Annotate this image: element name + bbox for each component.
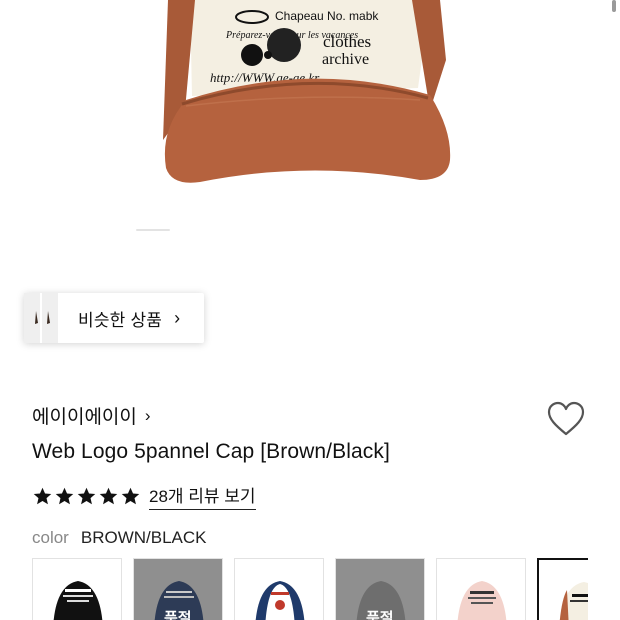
image-slide-indicator <box>136 229 170 231</box>
color-swatch-brown-black[interactable] <box>537 558 588 620</box>
cap-illustration: Chapeau No. mabk Préparez-vous pour les … <box>163 0 451 183</box>
star-icon <box>77 487 96 504</box>
brand-name: 에이이에이이 <box>32 407 137 428</box>
color-label: color <box>32 528 69 547</box>
similar-products-label: 비슷한 상품 <box>78 310 163 330</box>
color-selector-label: color BROWN/BLACK <box>32 528 207 548</box>
similar-products-button[interactable]: 비슷한 상품 › <box>24 293 204 343</box>
star-icon <box>99 487 118 504</box>
star-icon <box>121 487 140 504</box>
rating-row: 28개 리뷰 보기 <box>32 482 256 510</box>
wishlist-heart-button[interactable] <box>547 401 585 437</box>
similar-products-thumbnail <box>24 293 58 343</box>
color-swatch-grey[interactable]: 품절 <box>335 558 425 620</box>
chevron-right-icon: › <box>144 405 151 425</box>
swatch-cap-image <box>559 582 588 620</box>
color-value: BROWN/BLACK <box>80 528 207 547</box>
color-swatch-list: 품절 품절 <box>32 558 588 620</box>
star-rating <box>32 486 141 507</box>
brand-link[interactable]: 에이이에이이 › <box>32 402 151 429</box>
reviews-link[interactable]: 28개 리뷰 보기 <box>149 482 256 510</box>
sold-out-label: 품절 <box>164 610 192 620</box>
product-title: Web Logo 5pannel Cap [Brown/Black] <box>32 440 390 463</box>
color-swatch-navy-white[interactable] <box>234 558 324 620</box>
cap-text-4: archive <box>322 51 369 68</box>
star-icon <box>33 487 52 504</box>
product-image[interactable]: Chapeau No. mabk Préparez-vous pour les … <box>0 0 620 240</box>
sold-out-label: 품절 <box>366 610 394 620</box>
color-swatch-black[interactable] <box>32 558 122 620</box>
scrollbar-thumb[interactable] <box>612 0 616 12</box>
color-swatch-navy[interactable]: 품절 <box>133 558 223 620</box>
cap-text-1: Chapeau No. mabk <box>275 9 379 23</box>
star-icon <box>55 487 74 504</box>
heart-icon <box>547 401 585 436</box>
color-swatch-pink[interactable] <box>436 558 526 620</box>
swatch-cap-image <box>53 581 103 620</box>
cap-text-3: clothes <box>323 32 371 51</box>
chevron-right-icon: › <box>174 307 181 328</box>
swatch-cap-image <box>457 581 507 620</box>
swatch-cap-image <box>255 581 305 620</box>
